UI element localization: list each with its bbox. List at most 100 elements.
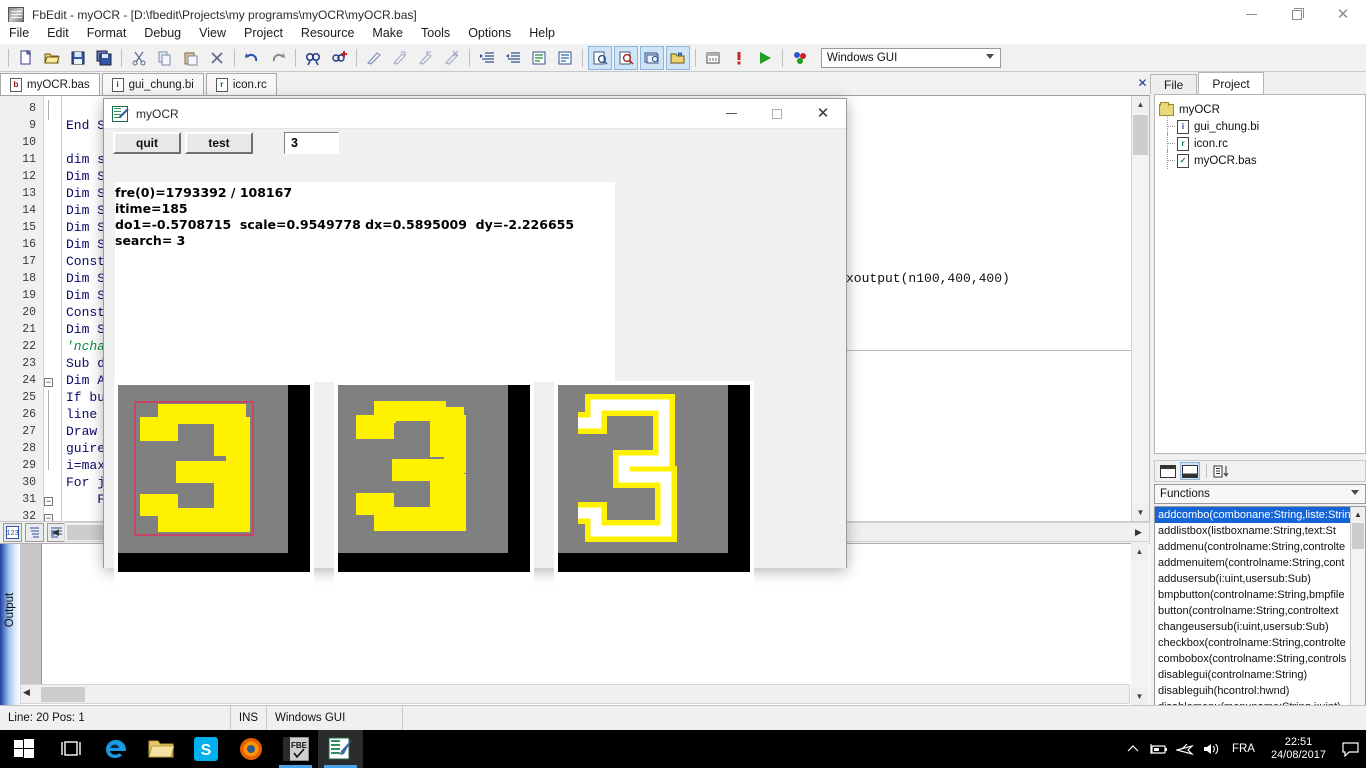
compile-button[interactable]: [588, 45, 612, 70]
tree-root-item[interactable]: myOCR: [1159, 101, 1361, 118]
fbide-button[interactable]: [788, 46, 812, 70]
comment-button[interactable]: [527, 46, 551, 70]
new-file-button[interactable]: [14, 46, 38, 70]
tree-item-icon-rc[interactable]: r icon.rc: [1159, 132, 1361, 152]
test-button[interactable]: test: [185, 132, 253, 154]
file-explorer-button[interactable]: [138, 730, 183, 768]
build-button[interactable]: [701, 46, 725, 70]
show-hidden-icons-button[interactable]: [1120, 730, 1146, 768]
task-view-button[interactable]: [48, 730, 93, 768]
auto-indent-toggle[interactable]: [25, 523, 44, 542]
menu-view[interactable]: View: [190, 24, 235, 42]
outdent-button[interactable]: [501, 46, 525, 70]
bookmark-clear-button[interactable]: [440, 46, 464, 70]
symbol-filter-combo[interactable]: Functions: [1154, 484, 1366, 504]
scroll-up-arrow-icon[interactable]: ▲: [1132, 96, 1149, 113]
airplane-mode-icon[interactable]: [1172, 730, 1198, 768]
error-button[interactable]: [727, 46, 751, 70]
menu-resource[interactable]: Resource: [292, 24, 364, 42]
quit-button[interactable]: quit: [113, 132, 181, 154]
myocr-taskbar-button[interactable]: [318, 730, 363, 768]
tree-item-gui-chung[interactable]: i gui_chung.bi: [1159, 115, 1361, 135]
output-horizontal-scrollbar[interactable]: ◀: [20, 684, 1130, 704]
list-item[interactable]: disableguih(hcontrol:hwnd): [1155, 683, 1365, 699]
menu-tools[interactable]: Tools: [412, 24, 459, 42]
list-item[interactable]: changeusersub(i:uint,usersub:Sub): [1155, 619, 1365, 635]
undo-button[interactable]: [240, 46, 264, 70]
redo-button[interactable]: [266, 46, 290, 70]
editor-tab-myocr-bas[interactable]: b myOCR.bas: [0, 73, 100, 95]
scroll-right-arrow-icon[interactable]: ▶: [1130, 524, 1147, 541]
paste-button[interactable]: [179, 46, 203, 70]
list-item[interactable]: bmpbutton(controlname:String,bmpfile: [1155, 587, 1365, 603]
find-replace-button[interactable]: [327, 46, 351, 70]
output-scroll-down-icon[interactable]: ▼: [1131, 688, 1148, 705]
debug-window-button[interactable]: [640, 45, 664, 70]
menu-file[interactable]: File: [0, 24, 38, 42]
indent-button[interactable]: [475, 46, 499, 70]
save-all-button[interactable]: [92, 46, 116, 70]
menu-help[interactable]: Help: [520, 24, 564, 42]
editor-tab-icon-rc[interactable]: r icon.rc: [205, 73, 277, 95]
menu-debug[interactable]: Debug: [135, 24, 190, 42]
output-hscroll-thumb[interactable]: [41, 687, 85, 702]
right-dock-close-button[interactable]: ✕: [1136, 76, 1149, 90]
split-pane-button[interactable]: [1180, 462, 1200, 480]
menu-format[interactable]: Format: [78, 24, 136, 42]
menu-options[interactable]: Options: [459, 24, 520, 42]
sort-button[interactable]: [1211, 462, 1231, 480]
myocr-dialog[interactable]: myOCR ✕ quit test 3 fre(0)=1793392 / 108…: [103, 98, 847, 586]
edge-button[interactable]: [93, 730, 138, 768]
editor-vertical-scrollbar[interactable]: ▲ ▼: [1131, 96, 1149, 521]
list-item[interactable]: addusersub(i:uint,usersub:Sub): [1155, 571, 1365, 587]
project-options-button[interactable]: [666, 45, 690, 70]
output-scroll-left-icon[interactable]: ◀: [23, 687, 30, 698]
bookmark-next-button[interactable]: [388, 46, 412, 70]
fold-toggle[interactable]: −: [44, 514, 53, 521]
right-dock-tab-file[interactable]: File: [1150, 74, 1198, 94]
list-item[interactable]: disablegui(controlname:String): [1155, 667, 1365, 683]
bookmark-prev-button[interactable]: [414, 46, 438, 70]
list-item[interactable]: addlistbox(listboxname:String,text:St: [1155, 523, 1365, 539]
fbedit-taskbar-button[interactable]: FBE: [273, 730, 318, 768]
action-center-button[interactable]: [1334, 730, 1366, 768]
result-field[interactable]: 3: [284, 132, 339, 154]
compile-check-button[interactable]: [614, 45, 638, 70]
open-folder-button[interactable]: [40, 46, 64, 70]
list-item[interactable]: button(controlname:String,controltext: [1155, 603, 1365, 619]
output-scroll-up-icon[interactable]: ▲: [1131, 543, 1148, 560]
list-scroll-thumb[interactable]: [1352, 523, 1364, 549]
dialog-minimize-button[interactable]: [708, 99, 754, 129]
menu-project[interactable]: Project: [235, 24, 292, 42]
clock[interactable]: 22:51 24/08/2017: [1263, 736, 1334, 762]
right-dock-tab-project[interactable]: Project: [1198, 72, 1264, 94]
output-vertical-scrollbar[interactable]: ▲ ▼: [1131, 543, 1149, 705]
uncomment-button[interactable]: [553, 46, 577, 70]
source-digit-panel[interactable]: [114, 381, 314, 586]
list-item[interactable]: addmenu(controlname:String,controlte: [1155, 539, 1365, 555]
line-numbers-toggle[interactable]: 123: [3, 523, 22, 542]
menu-edit[interactable]: Edit: [38, 24, 78, 42]
output-tabstrip[interactable]: Output: [0, 544, 20, 706]
bookmark-toggle-button[interactable]: [362, 46, 386, 70]
battery-icon[interactable]: [1146, 730, 1172, 768]
copy-button[interactable]: [153, 46, 177, 70]
list-item[interactable]: combobox(controlname:String,controls: [1155, 651, 1365, 667]
editor-vscroll-thumb[interactable]: [1133, 115, 1148, 155]
list-item[interactable]: addcombo(combonane:String,liste:Strin: [1155, 507, 1365, 523]
single-pane-button[interactable]: [1158, 462, 1178, 480]
save-button[interactable]: [66, 46, 90, 70]
target-combo[interactable]: Windows GUI: [821, 47, 1001, 68]
menu-make[interactable]: Make: [363, 24, 412, 42]
start-button[interactable]: [0, 730, 48, 768]
editor-tab-gui-chung-bi[interactable]: i gui_chung.bi: [101, 73, 204, 95]
scroll-left-arrow-icon[interactable]: ◀: [47, 524, 64, 541]
volume-icon[interactable]: [1198, 730, 1224, 768]
tree-item-myocr-bas[interactable]: ✓ myOCR.bas: [1159, 149, 1361, 169]
cut-button[interactable]: [127, 46, 151, 70]
dialog-maximize-button[interactable]: [754, 99, 800, 129]
list-scroll-up-icon[interactable]: ▲: [1351, 507, 1365, 521]
list-item[interactable]: addmenuitem(controlname:String,cont: [1155, 555, 1365, 571]
scroll-down-arrow-icon[interactable]: ▼: [1132, 504, 1149, 521]
find-button[interactable]: [301, 46, 325, 70]
